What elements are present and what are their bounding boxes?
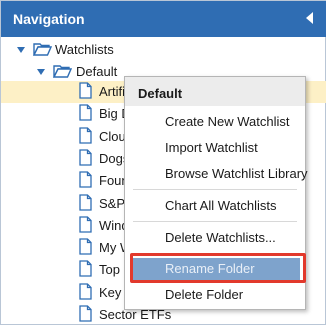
open-folder-icon [33, 43, 52, 56]
menu-item-import-watchlist[interactable]: Import Watchlist [125, 137, 305, 159]
tree-node-label: Default [76, 64, 118, 79]
document-icon [79, 171, 92, 188]
document-icon [79, 238, 92, 255]
menu-item-create-new-watchlist[interactable]: Create New Watchlist [125, 111, 305, 133]
menu-item-chart-all-watchlists[interactable]: Chart All Watchlists [125, 195, 305, 217]
menu-item-delete-watchlists[interactable]: Delete Watchlists... [125, 227, 305, 249]
rename-folder-highlight [130, 253, 306, 283]
context-menu-header: Default [125, 77, 305, 106]
document-icon [79, 149, 92, 166]
navigation-header: Navigation [1, 1, 326, 37]
navigation-title: Navigation [13, 11, 85, 27]
expand-arrow-icon[interactable] [17, 47, 25, 53]
document-icon [79, 104, 92, 121]
tree-node-label: Watchlists [55, 42, 114, 57]
document-icon [79, 193, 92, 211]
menu-item-delete-folder[interactable]: Delete Folder [125, 284, 305, 306]
document-icon [79, 126, 92, 144]
navigation-panel: Navigation Watchlists Default Artificial… [0, 0, 326, 325]
collapse-panel-icon[interactable] [306, 12, 313, 24]
document-icon [79, 216, 92, 233]
document-icon [79, 283, 92, 300]
tree-node-watchlists[interactable]: Watchlists [1, 39, 326, 61]
open-folder-icon [53, 65, 72, 78]
menu-item-browse-watchlist-library[interactable]: Browse Watchlist Library [125, 163, 308, 185]
menu-separator [133, 189, 297, 190]
document-icon [79, 305, 92, 322]
menu-separator [133, 221, 297, 222]
document-icon [79, 260, 92, 278]
expand-arrow-icon[interactable] [37, 69, 45, 75]
document-icon [79, 82, 92, 99]
